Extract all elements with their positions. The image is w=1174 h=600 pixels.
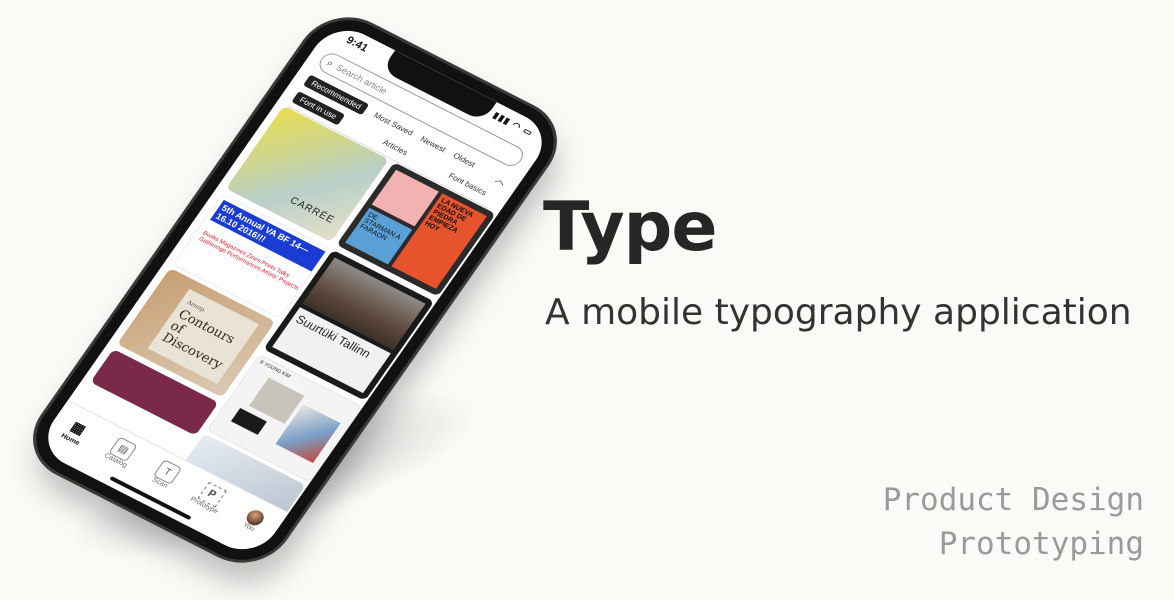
tab-scan[interactable]: T Scan [138,454,193,496]
filter-newest[interactable]: Newest [419,134,448,154]
status-time: 9:41 [343,34,371,55]
filter-oldest[interactable]: Oldest [452,151,478,169]
tag-prototyping: Prototyping [938,526,1144,562]
chevron-up-icon[interactable]: ︿ [493,170,511,188]
tab-prototype[interactable]: P Prototype [182,476,237,518]
hero-tags: Product Design Prototyping [883,478,1144,566]
tab-you[interactable]: You [227,499,281,540]
status-icons: ▮▮▮ ◠ ▭ [491,110,536,138]
tab-home[interactable]: ▦ Home [49,409,105,453]
hero-title: Type [543,188,717,267]
phone-mockup: 9:41 ▮▮▮ ◠ ▭ ⌕ Search article Recommende… [18,5,572,575]
filter-articles[interactable]: Articles [381,137,410,156]
phone-screen: 9:41 ▮▮▮ ◠ ▭ ⌕ Search article Recommende… [34,19,556,561]
hero-subtitle: A mobile typography application [545,292,1132,333]
tile-label: CARRÉE [287,195,337,226]
search-icon: ⌕ [324,57,336,70]
tag-product-design: Product Design [882,482,1144,518]
phone-frame: 9:41 ▮▮▮ ◠ ▭ ⌕ Search article Recommende… [18,5,572,575]
tab-catalog[interactable]: ▤ Catalog [94,431,149,473]
tile-site-header: E YOUNG KIM [258,359,292,380]
tile-book-cover: Aesop. Contours of Discovery [147,288,259,384]
